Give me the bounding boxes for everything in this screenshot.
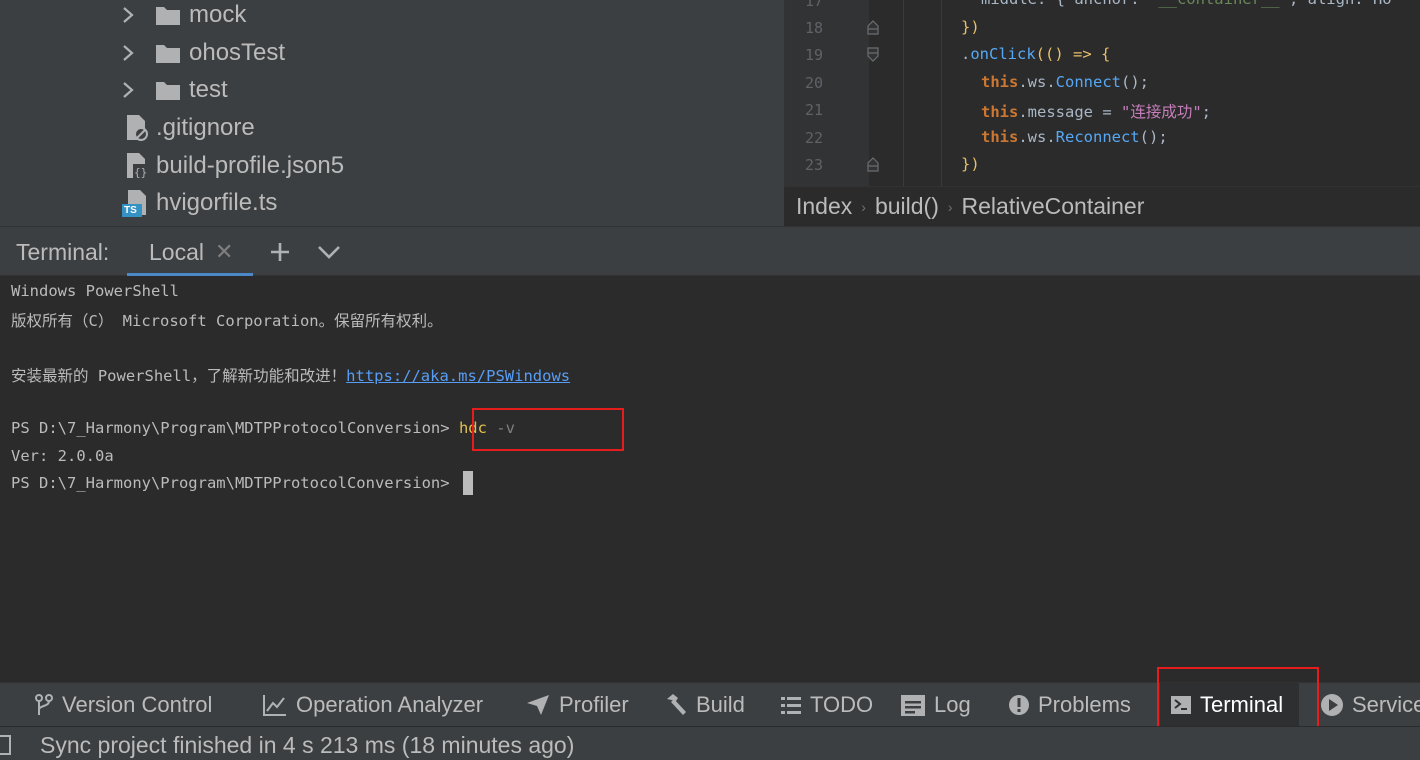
tree-item-mock[interactable]: mock [118, 0, 246, 33]
chevron-down-icon [318, 246, 340, 259]
tree-item-gitignore[interactable]: .gitignore [124, 110, 255, 146]
hammer-icon [664, 693, 688, 717]
svg-text:{}: {} [134, 166, 147, 179]
terminal-line: 安装最新的 PowerShell，了解新功能和改进！https://aka.ms… [11, 367, 571, 385]
indent-guide [941, 0, 942, 186]
fold-end-icon[interactable] [867, 19, 879, 40]
code-line-18: }) [961, 18, 980, 36]
tree-item-label: test [189, 76, 228, 103]
breadcrumb-separator-icon: › [861, 198, 866, 215]
plus-icon [271, 243, 289, 261]
tool-window-label: Profiler [559, 692, 629, 717]
code-editor[interactable]: 17 18 19 20 21 22 23 middle: { anchor: '… [784, 0, 1420, 186]
line-number: 20 [804, 74, 823, 92]
tool-window-label: TODO [810, 692, 874, 717]
line-number: 19 [804, 46, 823, 64]
terminal-title: Terminal: [16, 239, 110, 265]
terminal-line: 版权所有（C） Microsoft Corporation。保留所有权利。 [11, 312, 443, 330]
highlight-box-command [472, 408, 624, 451]
profiler-icon [525, 693, 551, 717]
version-control-icon [34, 693, 54, 717]
top-area: mock ohosTest test .gitignore {} build-p… [0, 0, 1420, 226]
breadcrumb-item[interactable]: RelativeContainer [962, 193, 1145, 220]
tree-item-label: hvigorfile.ts [156, 189, 278, 216]
project-tree-panel: mock ohosTest test .gitignore {} build-p… [0, 0, 784, 226]
line-number: 17 [804, 0, 823, 10]
editor-gutter: 17 18 19 20 21 22 23 [785, 0, 879, 186]
status-bar: Sync project finished in 4 s 213 ms (18 … [0, 726, 1420, 760]
line-number: 21 [804, 101, 823, 119]
powershell-link[interactable]: https://aka.ms/PSWindows [346, 367, 570, 385]
todo-icon [780, 695, 802, 715]
tool-window-label: Operation Analyzer [296, 692, 484, 717]
tool-window-profiler[interactable]: Profiler [525, 683, 629, 727]
fold-end-icon[interactable] [867, 156, 879, 177]
line-number: 22 [804, 129, 823, 147]
chevron-right-icon[interactable] [118, 6, 138, 24]
tool-window-build[interactable]: Build [664, 683, 745, 727]
close-icon[interactable]: ✕ [215, 239, 233, 265]
text-cursor [462, 471, 473, 495]
code-line-21: this.message = "连接成功"; [981, 103, 1211, 121]
tab-dropdown-button[interactable] [314, 237, 344, 267]
indent-guide [903, 0, 904, 186]
terminal-header: Terminal: Local ✕ [0, 226, 1420, 277]
json5-file-icon: {} [124, 152, 150, 180]
tool-window-problems[interactable]: Problems [1008, 683, 1131, 727]
tree-item-label: ohosTest [189, 39, 286, 66]
tool-window-todo[interactable]: TODO [780, 683, 873, 727]
code-line-23: }) [961, 155, 980, 173]
tree-item-hvigorfile[interactable]: TS hvigorfile.ts [122, 185, 277, 221]
terminal-output[interactable]: Windows PowerShell 版权所有（C） Microsoft Cor… [0, 276, 1420, 682]
tree-item-label: mock [189, 1, 247, 28]
chevron-right-icon[interactable] [118, 81, 138, 99]
breadcrumb-item[interactable]: Index [796, 193, 852, 220]
tool-window-label: Problems [1038, 692, 1131, 717]
services-icon [1320, 693, 1344, 717]
tool-window-log[interactable]: Log [900, 683, 971, 727]
terminal-line: Windows PowerShell [11, 282, 179, 300]
tool-window-version-control[interactable]: Version Control [34, 683, 212, 727]
tree-item-build-profile[interactable]: {} build-profile.json5 [124, 148, 344, 184]
terminal-prompt-line: PS D:\7_Harmony\Program\MDTPProtocolConv… [11, 471, 473, 495]
tool-window-label: Log [934, 692, 971, 717]
breadcrumb-separator-icon: › [947, 198, 953, 215]
terminal-command-line: PS D:\7_Harmony\Program\MDTPProtocolConv… [11, 419, 515, 437]
tool-window-bar: Version Control Operation Analyzer Profi… [0, 667, 1420, 740]
tool-window-operation-analyzer[interactable]: Operation Analyzer [262, 683, 483, 727]
code-line-20: this.ws.Connect(); [981, 73, 1149, 91]
code-line-19: .onClick(() => { [961, 45, 1111, 63]
ts-badge: TS [124, 205, 137, 216]
code-line-22: this.ws.Reconnect(); [981, 128, 1168, 146]
typescript-file-icon: TS [122, 189, 150, 217]
tool-window-label: Version Control [62, 692, 213, 717]
line-number: 23 [804, 156, 823, 174]
chevron-right-icon[interactable] [118, 44, 138, 62]
layout-toggle-icon[interactable] [0, 735, 12, 760]
tool-window-label: Build [696, 692, 745, 717]
tree-item-test[interactable]: test [118, 72, 228, 108]
new-tab-button[interactable] [265, 237, 295, 267]
analyzer-icon [262, 693, 288, 717]
breadcrumb-item[interactable]: build() [875, 193, 939, 220]
fold-start-icon[interactable] [867, 47, 879, 68]
tool-window-label: Services [1352, 692, 1420, 717]
status-message: Sync project finished in 4 s 213 ms (18 … [40, 732, 575, 758]
tab-label: Local [149, 239, 204, 265]
folder-icon [155, 79, 181, 101]
terminal-line: Ver: 2.0.0a [11, 447, 114, 465]
tree-item-label: .gitignore [156, 114, 255, 141]
log-icon [900, 693, 926, 717]
tree-item-label: build-profile.json5 [156, 152, 345, 179]
ignored-file-icon [124, 114, 150, 142]
code-line-17: middle: { anchor: '__container__', align… [981, 0, 1392, 8]
folder-icon [155, 4, 181, 26]
line-number: 18 [804, 19, 823, 37]
breadcrumb: Index › build() › RelativeContainer [784, 186, 1420, 226]
tab-local[interactable]: Local ✕ [127, 227, 253, 277]
folder-icon [155, 42, 181, 64]
tree-item-ohostest[interactable]: ohosTest [118, 35, 285, 71]
tool-window-services[interactable]: Services [1320, 683, 1420, 727]
problems-icon [1008, 694, 1030, 716]
